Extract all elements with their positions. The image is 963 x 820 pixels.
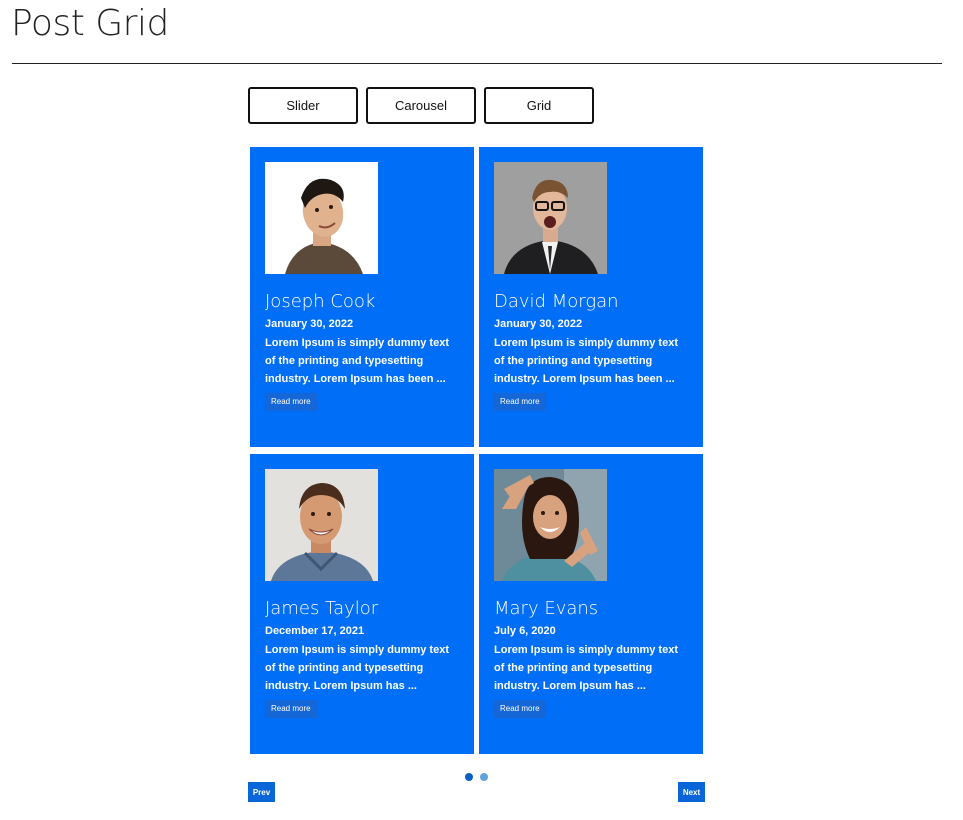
- post-card: Mary Evans July 6, 2020 Lorem Ipsum is s…: [479, 454, 703, 754]
- read-more-button[interactable]: Read more: [265, 393, 317, 411]
- slider-button[interactable]: Slider: [248, 87, 358, 124]
- post-date: July 6, 2020: [494, 625, 556, 637]
- title-divider: [12, 63, 942, 64]
- post-title[interactable]: Joseph Cook: [265, 291, 459, 313]
- post-card: Joseph Cook January 30, 2022 Lorem Ipsum…: [250, 147, 474, 447]
- post-title[interactable]: Mary Evans: [494, 598, 688, 620]
- carousel-button[interactable]: Carousel: [366, 87, 476, 124]
- read-more-button[interactable]: Read more: [265, 700, 317, 718]
- next-button[interactable]: Next: [678, 782, 705, 802]
- post-card: David Morgan January 30, 2022 Lorem Ipsu…: [479, 147, 703, 447]
- post-title[interactable]: James Taylor: [265, 598, 459, 620]
- post-grid: Joseph Cook January 30, 2022 Lorem Ipsum…: [250, 147, 703, 754]
- author-photo: [494, 162, 607, 274]
- read-more-button[interactable]: Read more: [494, 700, 546, 718]
- author-photo: [494, 469, 607, 581]
- post-date: January 30, 2022: [265, 318, 354, 330]
- post-excerpt: Lorem Ipsum is simply dummy text of the …: [494, 644, 678, 692]
- post-date: December 17, 2021: [265, 625, 365, 637]
- page-title: Post Grid: [11, 3, 169, 44]
- author-photo: [265, 469, 378, 581]
- grid-button[interactable]: Grid: [484, 87, 594, 124]
- post-title[interactable]: David Morgan: [494, 291, 688, 313]
- view-switcher: Slider Carousel Grid: [248, 87, 594, 124]
- post-excerpt: Lorem Ipsum is simply dummy text of the …: [494, 337, 678, 385]
- prev-button[interactable]: Prev: [248, 782, 275, 802]
- pagination-dot[interactable]: [480, 773, 488, 781]
- post-date: January 30, 2022: [494, 318, 583, 330]
- post-excerpt: Lorem Ipsum is simply dummy text of the …: [265, 644, 449, 692]
- author-photo: [265, 162, 378, 274]
- read-more-button[interactable]: Read more: [494, 393, 546, 411]
- post-excerpt: Lorem Ipsum is simply dummy text of the …: [265, 337, 449, 385]
- pagination-dot-active[interactable]: [465, 773, 473, 781]
- post-card: James Taylor December 17, 2021 Lorem Ips…: [250, 454, 474, 754]
- pagination-dots: [465, 773, 488, 781]
